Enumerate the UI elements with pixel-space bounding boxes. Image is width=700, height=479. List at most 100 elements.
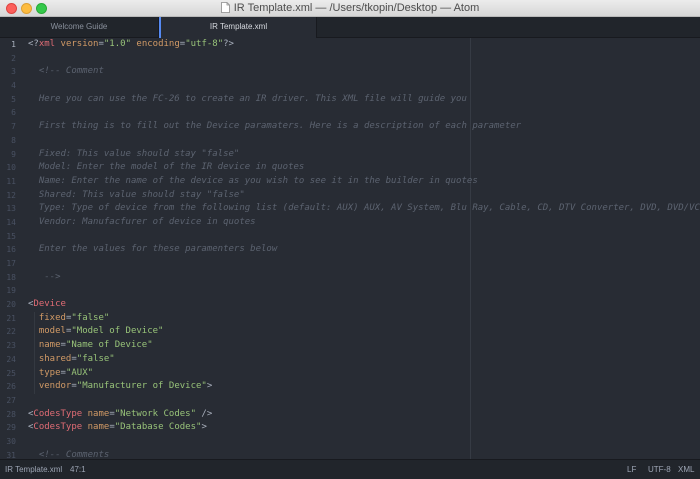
code-line[interactable]: vendor="Manufacturer of Device"> xyxy=(28,380,700,394)
line-number[interactable]: 1 xyxy=(0,38,22,52)
line-number[interactable]: 31 xyxy=(0,449,22,459)
line-number[interactable]: 3 xyxy=(0,65,22,79)
code-comment: Here you can use the FC-26 to create an … xyxy=(28,93,467,104)
tab-welcome-guide[interactable]: Welcome Guide xyxy=(0,17,159,38)
xml-attribute-name: type xyxy=(38,367,61,378)
code-line[interactable]: Name: Enter the name of the device as yo… xyxy=(28,175,700,189)
code-line[interactable]: <CodesType name="Network Codes" /> xyxy=(28,408,700,422)
code-line[interactable]: Model: Enter the model of the IR device … xyxy=(28,161,700,175)
xml-attribute-value: "false" xyxy=(71,312,110,323)
code-line[interactable]: <CodesType name="Database Codes"> xyxy=(28,421,700,435)
line-number[interactable]: 29 xyxy=(0,421,22,435)
code-line[interactable] xyxy=(28,394,700,408)
code-line[interactable]: Enter the values for these paramenters b… xyxy=(28,243,700,257)
code-line[interactable] xyxy=(28,79,700,93)
code-line[interactable] xyxy=(28,106,700,120)
line-number[interactable]: 11 xyxy=(0,175,22,189)
code-line[interactable]: Shared: This value should stay "false" xyxy=(28,189,700,203)
line-number[interactable]: 5 xyxy=(0,93,22,107)
code-comment: Name: Enter the name of the device as yo… xyxy=(28,175,478,186)
code-line[interactable]: Vendor: Manufacfurer of device in quotes xyxy=(28,216,700,230)
code-line[interactable]: name="Name of Device" xyxy=(28,339,700,353)
code-line[interactable]: <!-- Comment xyxy=(28,65,700,79)
line-number[interactable]: 18 xyxy=(0,271,22,285)
line-number[interactable]: 27 xyxy=(0,394,22,408)
line-number[interactable]: 20 xyxy=(0,298,22,312)
code-area[interactable]: <?xml version="1.0" encoding="utf-8"?> <… xyxy=(28,38,700,459)
code-line[interactable] xyxy=(28,284,700,298)
line-number[interactable]: 28 xyxy=(0,408,22,422)
code-line[interactable]: model="Model of Device" xyxy=(28,325,700,339)
line-number[interactable]: 7 xyxy=(0,120,22,134)
code-line[interactable]: First thing is to fill out the Device pa… xyxy=(28,120,700,134)
line-number[interactable]: 9 xyxy=(0,148,22,162)
code-line[interactable]: shared="false" xyxy=(28,353,700,367)
code-comment: Shared: This value should stay "false" xyxy=(28,189,245,200)
status-grammar[interactable]: XML xyxy=(678,460,694,479)
line-number[interactable]: 4 xyxy=(0,79,22,93)
window-title: IR Template.xml — /Users/tkopin/Desktop … xyxy=(233,2,480,14)
xml-attribute-name: name xyxy=(38,340,61,351)
code-comment: Fixed: This value should stay "false" xyxy=(28,148,240,159)
status-bar: IR Template.xml 47:1 LF UTF-8 XML xyxy=(0,459,700,479)
window-title-container: IR Template.xml — /Users/tkopin/Desktop … xyxy=(0,0,700,17)
tab-bar-empty-area[interactable] xyxy=(317,17,700,38)
line-number[interactable]: 6 xyxy=(0,106,22,120)
line-number[interactable]: 8 xyxy=(0,134,22,148)
indent-guide xyxy=(34,312,35,395)
xml-attribute-name: vendor xyxy=(38,381,72,392)
code-line[interactable]: Type: Type of device from the following … xyxy=(28,202,700,216)
xml-attribute-name: name xyxy=(87,422,110,433)
tab-ir-template[interactable]: IR Template.xml xyxy=(159,17,317,38)
code-comment: First thing is to fill out the Device pa… xyxy=(28,121,522,132)
code-comment: Enter the values for these paramenters b… xyxy=(28,244,278,255)
code-comment: Type: Type of device from the following … xyxy=(28,203,700,214)
code-line[interactable]: type="AUX" xyxy=(28,367,700,381)
status-line-ending[interactable]: LF xyxy=(627,460,636,479)
code-line[interactable]: --> xyxy=(28,271,700,285)
status-encoding[interactable]: UTF-8 xyxy=(648,460,671,479)
line-number[interactable]: 10 xyxy=(0,161,22,175)
code-line[interactable] xyxy=(28,134,700,148)
code-line[interactable]: Here you can use the FC-26 to create an … xyxy=(28,93,700,107)
xml-attribute-value: "Name of Device" xyxy=(65,340,153,351)
line-number[interactable]: 19 xyxy=(0,284,22,298)
code-line[interactable] xyxy=(28,52,700,66)
line-number[interactable]: 25 xyxy=(0,367,22,381)
line-number[interactable]: 23 xyxy=(0,339,22,353)
document-icon xyxy=(220,2,230,13)
line-number[interactable]: 12 xyxy=(0,189,22,203)
xml-attribute-name: name xyxy=(87,408,110,419)
code-line[interactable] xyxy=(28,230,700,244)
window-titlebar: IR Template.xml — /Users/tkopin/Desktop … xyxy=(0,0,700,17)
line-number[interactable]: 2 xyxy=(0,52,22,66)
status-cursor-position[interactable]: 47:1 xyxy=(70,460,86,479)
code-line[interactable] xyxy=(28,435,700,449)
line-number[interactable]: 13 xyxy=(0,202,22,216)
line-number[interactable]: 30 xyxy=(0,435,22,449)
code-line[interactable]: Fixed: This value should stay "false" xyxy=(28,148,700,162)
line-number[interactable]: 24 xyxy=(0,353,22,367)
status-file-name[interactable]: IR Template.xml xyxy=(5,460,62,479)
xml-tag-name: Device xyxy=(33,299,66,310)
code-line[interactable]: <!-- Comments xyxy=(28,449,700,459)
xml-attribute-value: "false" xyxy=(76,353,115,364)
line-number[interactable]: 15 xyxy=(0,230,22,244)
text-editor[interactable]: 1 2 3 4 5 6 7 8 9 10 11 12 13 14 15 16 17 18 19 20 21 22 23 24 2… xyxy=(0,38,700,459)
xml-attribute-name: shared xyxy=(38,353,72,364)
line-number[interactable]: 22 xyxy=(0,325,22,339)
line-number[interactable]: 17 xyxy=(0,257,22,271)
line-number-gutter[interactable]: 1 2 3 4 5 6 7 8 9 10 11 12 13 14 15 16 17 18 19 20 21 22 23 24 2… xyxy=(0,38,22,459)
xml-attribute-value: "Model of Device" xyxy=(71,326,164,337)
xml-tag-name: CodesType xyxy=(33,408,83,419)
xml-tag-name: CodesType xyxy=(33,422,83,433)
code-line[interactable]: <Device xyxy=(28,298,700,312)
line-number[interactable]: 14 xyxy=(0,216,22,230)
line-number[interactable]: 26 xyxy=(0,380,22,394)
code-line[interactable]: fixed="false" xyxy=(28,312,700,326)
code-comment: <!-- Comments xyxy=(28,449,110,459)
line-number[interactable]: 16 xyxy=(0,243,22,257)
code-line[interactable]: <?xml version="1.0" encoding="utf-8"?> xyxy=(28,38,700,52)
line-number[interactable]: 21 xyxy=(0,312,22,326)
code-line[interactable] xyxy=(28,257,700,271)
